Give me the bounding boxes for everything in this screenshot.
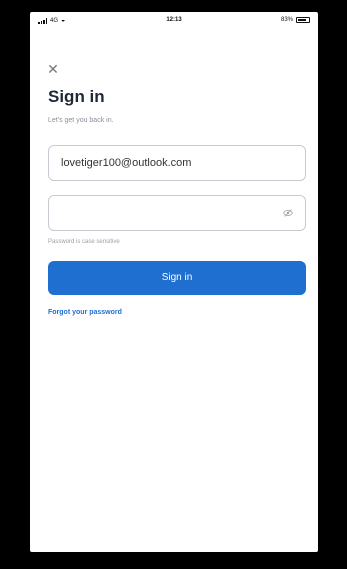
battery-icon [296,17,310,23]
status-bar: 4G ◒ 12:13 83% [30,12,318,30]
password-helper-text: Password is case sensitive [48,239,120,245]
sign-in-button[interactable]: Sign in [48,261,306,295]
password-field[interactable] [48,195,306,231]
forgot-password-link[interactable]: Forgot your password [48,309,122,316]
status-time: 12:13 [166,17,182,23]
email-field[interactable] [48,145,306,181]
status-right: 83% [281,17,310,23]
battery-percent: 83% [280,17,293,23]
eye-icon[interactable] [283,208,293,218]
email-input[interactable] [49,146,281,180]
page-subtitle: Let's get you back in. [48,117,114,124]
page-title: Sign in [48,87,105,106]
close-icon[interactable]: ✕ [46,62,60,76]
battery-level [298,19,306,21]
password-input[interactable] [49,196,281,230]
phone-screen: 4G ◒ 12:13 83% ✕ Sign in Let's get you b… [30,12,318,552]
